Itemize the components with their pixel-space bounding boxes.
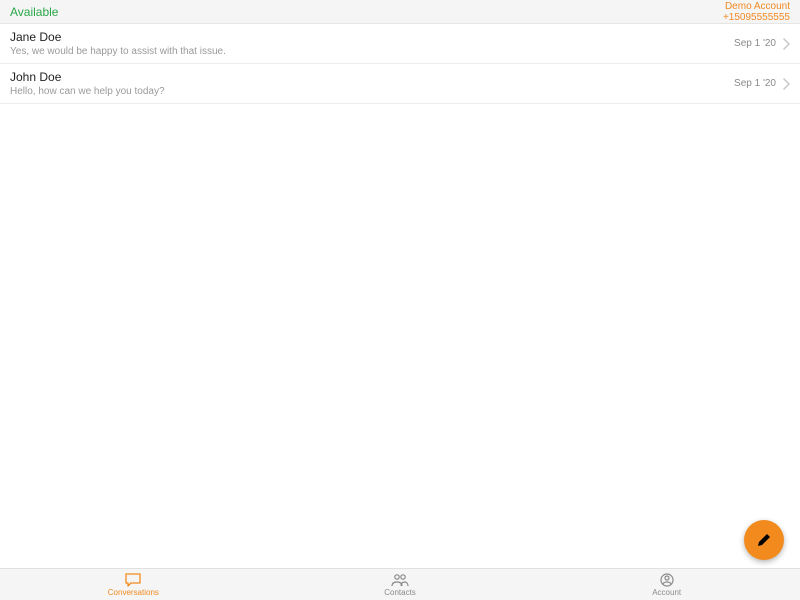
tab-contacts[interactable]: Contacts bbox=[267, 569, 534, 600]
pencil-icon bbox=[755, 531, 773, 549]
conversation-preview: Hello, how can we help you today? bbox=[10, 86, 734, 97]
conversation-main: Jane Doe Yes, we would be happy to assis… bbox=[10, 30, 734, 57]
chevron-right-icon bbox=[782, 78, 790, 90]
compose-button[interactable] bbox=[744, 520, 784, 560]
conversation-row[interactable]: John Doe Hello, how can we help you toda… bbox=[0, 64, 800, 104]
account-info[interactable]: Demo Account +15095555555 bbox=[723, 1, 790, 23]
account-name: Demo Account bbox=[723, 1, 790, 12]
conversation-list: Jane Doe Yes, we would be happy to assis… bbox=[0, 24, 800, 104]
chat-icon bbox=[125, 573, 141, 587]
conversation-name: Jane Doe bbox=[10, 30, 734, 44]
conversation-row[interactable]: Jane Doe Yes, we would be happy to assis… bbox=[0, 24, 800, 64]
tab-label: Contacts bbox=[384, 588, 416, 597]
tab-bar: Conversations Contacts Account bbox=[0, 568, 800, 600]
availability-status[interactable]: Available bbox=[10, 5, 58, 19]
people-icon bbox=[391, 573, 409, 587]
person-circle-icon bbox=[660, 573, 674, 587]
conversation-meta: Sep 1 '20 bbox=[734, 38, 790, 50]
chevron-right-icon bbox=[782, 38, 790, 50]
tab-label: Conversations bbox=[108, 588, 159, 597]
status-bar: Available Demo Account +15095555555 bbox=[0, 0, 800, 24]
tab-conversations[interactable]: Conversations bbox=[0, 569, 267, 600]
tab-label: Account bbox=[652, 588, 681, 597]
conversation-preview: Yes, we would be happy to assist with th… bbox=[10, 46, 734, 57]
conversation-date: Sep 1 '20 bbox=[734, 78, 776, 89]
conversation-date: Sep 1 '20 bbox=[734, 38, 776, 49]
account-phone: +15095555555 bbox=[723, 12, 790, 23]
conversation-main: John Doe Hello, how can we help you toda… bbox=[10, 70, 734, 97]
conversation-name: John Doe bbox=[10, 70, 734, 84]
conversation-meta: Sep 1 '20 bbox=[734, 78, 790, 90]
tab-account[interactable]: Account bbox=[533, 569, 800, 600]
